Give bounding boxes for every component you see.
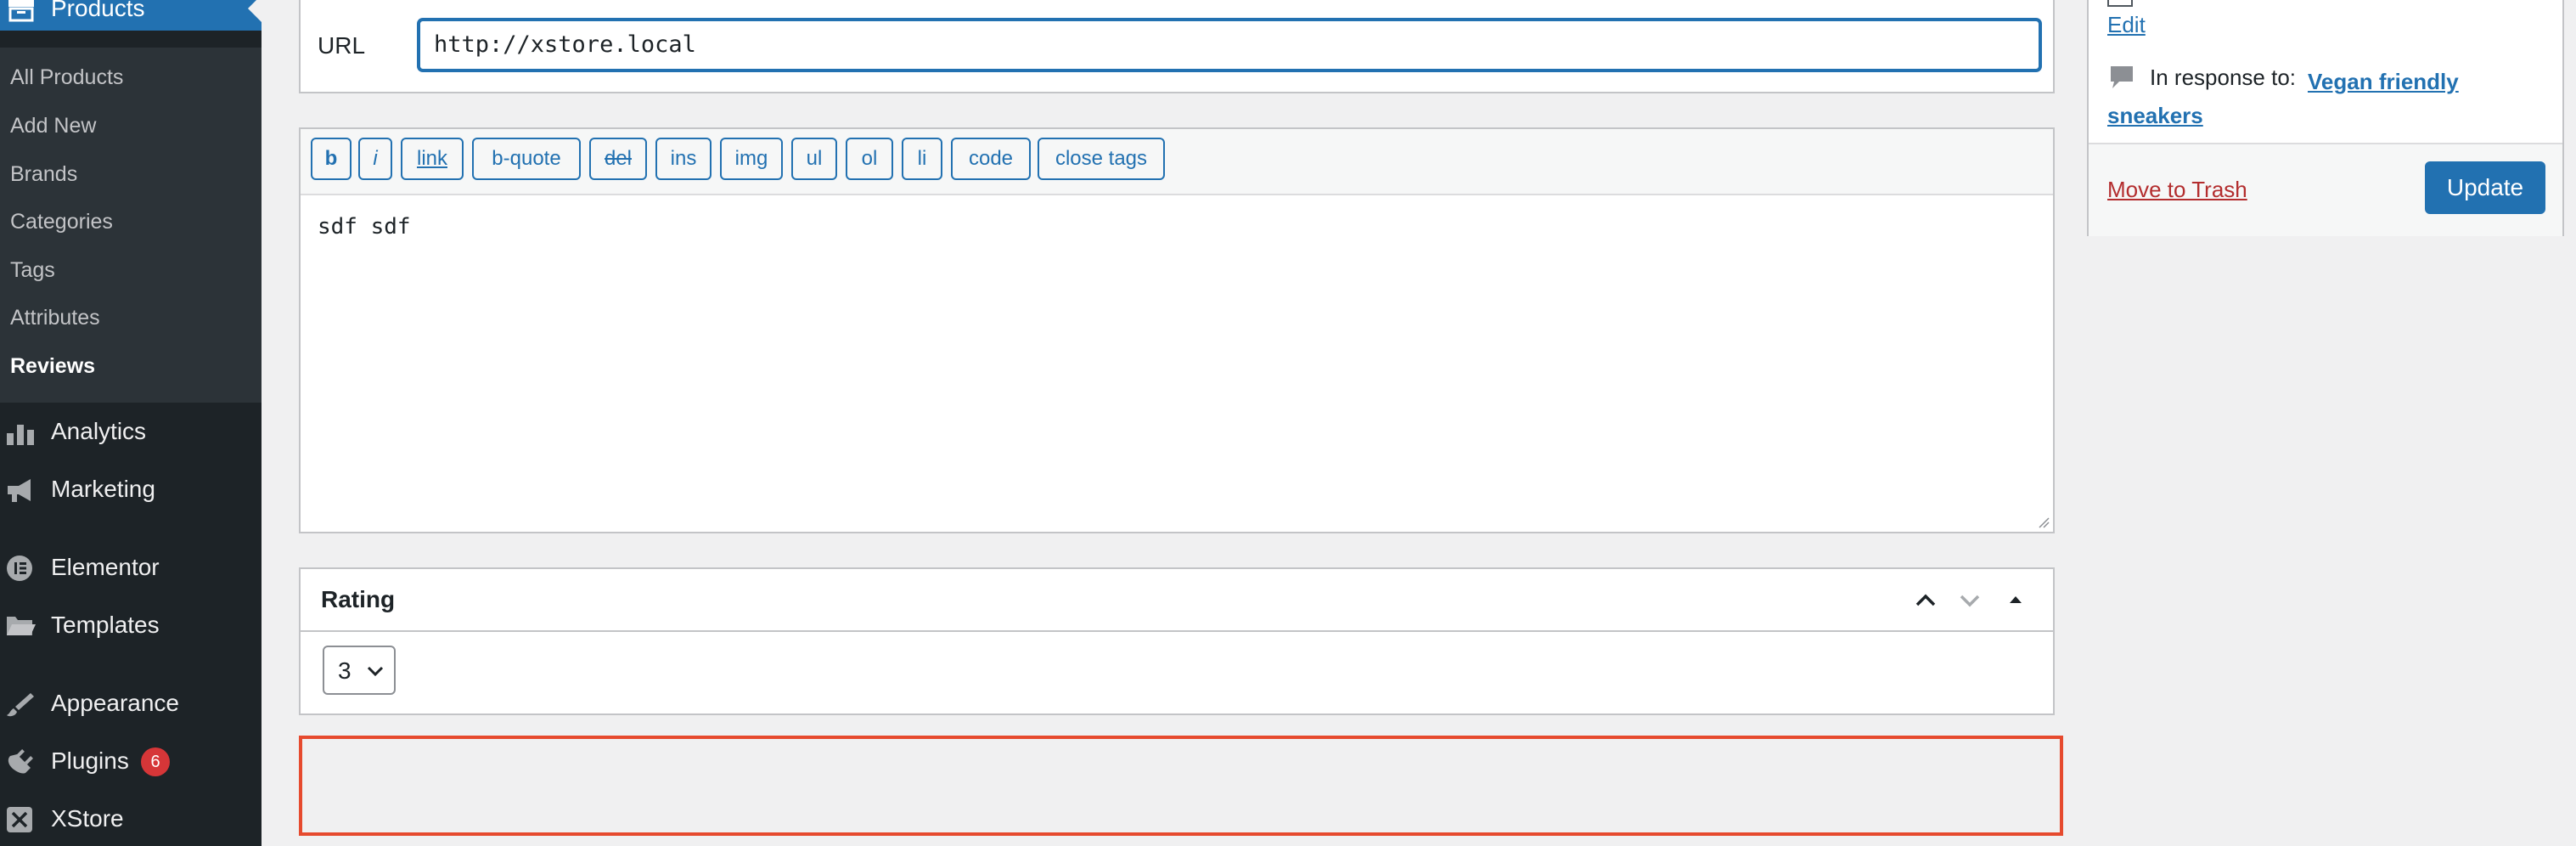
elementor-icon — [7, 556, 32, 581]
current-menu-arrow — [248, 0, 262, 22]
ul-button[interactable]: ul — [791, 138, 837, 180]
move-down-icon[interactable] — [1953, 583, 1987, 617]
menu-item-templates[interactable]: Templates — [0, 601, 262, 649]
menu-item-appearance[interactable]: Appearance — [0, 680, 262, 727]
bar-chart-icon — [7, 425, 34, 445]
del-button[interactable]: del — [589, 138, 647, 180]
move-to-trash-link[interactable]: Move to Trash — [2107, 177, 2247, 203]
menu-item-elementor[interactable]: Elementor — [0, 544, 262, 591]
close-tags-button[interactable]: close tags — [1038, 138, 1165, 180]
menu-label-elementor: Elementor — [51, 554, 160, 580]
comment-editor: b i link b-quote del ins img ul ol li co… — [299, 127, 2055, 533]
menu-label-analytics: Analytics — [51, 418, 147, 444]
plug-icon — [8, 749, 33, 774]
menu-label-xstore: XStore — [51, 805, 124, 832]
megaphone-icon — [8, 479, 31, 502]
collapse-toggle-icon[interactable] — [1999, 583, 2033, 617]
author-url-box: URL http://xstore.local — [299, 0, 2055, 93]
menu-label-templates: Templates — [51, 612, 160, 638]
quicktags-toolbar: b i link b-quote del ins img ul ol li co… — [301, 129, 2053, 195]
li-button[interactable]: li — [902, 138, 942, 180]
archive-icon — [8, 0, 34, 22]
menu-label-appearance: Appearance — [51, 690, 180, 716]
menu-item-xstore[interactable]: XStore — [0, 795, 262, 843]
publish-actions: Move to Trash Update — [2089, 143, 2562, 236]
products-submenu: All Products Add New Brands Categories T… — [0, 48, 262, 403]
menu-label-products: Products — [51, 0, 145, 21]
submenu-item-tags[interactable]: Tags — [10, 257, 55, 283]
menu-item-plugins[interactable]: Plugins 6 — [0, 737, 262, 785]
update-button[interactable]: Update — [2425, 161, 2545, 214]
publish-box: Edit In response to: Vegan friendly snea… — [2087, 0, 2564, 236]
resize-handle-icon[interactable] — [2036, 515, 2050, 528]
menu-label-marketing: Marketing — [51, 476, 155, 502]
menu-label-plugins: Plugins — [51, 747, 129, 774]
submenu-item-reviews[interactable]: Reviews — [10, 353, 95, 379]
code-button[interactable]: code — [951, 138, 1031, 180]
move-up-icon[interactable] — [1909, 583, 1943, 617]
menu-item-analytics[interactable]: Analytics — [0, 408, 262, 455]
paintbrush-icon — [7, 693, 34, 717]
edit-date-link[interactable]: Edit — [2107, 12, 2146, 38]
calendar-icon — [2107, 0, 2133, 7]
bold-button[interactable]: b — [311, 138, 352, 180]
blockquote-button[interactable]: b-quote — [472, 138, 581, 180]
submenu-item-attributes[interactable]: Attributes — [10, 305, 100, 330]
chevron-down-icon — [367, 666, 384, 677]
menu-item-products[interactable]: Products — [0, 0, 262, 31]
link-button[interactable]: link — [401, 138, 464, 180]
submenu-item-brands[interactable]: Brands — [10, 161, 77, 187]
rating-select[interactable]: 3 — [323, 646, 396, 695]
rating-box-header: Rating — [301, 569, 2053, 632]
admin-sidebar: Products All Products Add New Brands Cat… — [0, 0, 262, 846]
response-post-link[interactable]: Vegan friendly sneakers — [2107, 65, 2549, 133]
highlight-region — [299, 736, 2063, 836]
plugins-update-count-badge: 6 — [141, 747, 170, 776]
comment-textarea[interactable]: sdf sdf — [318, 214, 411, 240]
submenu-item-categories[interactable]: Categories — [10, 209, 113, 234]
rating-box-title: Rating — [321, 586, 396, 612]
ins-button[interactable]: ins — [655, 138, 711, 180]
rating-select-value: 3 — [338, 657, 352, 684]
submenu-item-add-new[interactable]: Add New — [10, 113, 96, 138]
ol-button[interactable]: ol — [846, 138, 893, 180]
italic-button[interactable]: i — [358, 138, 392, 180]
submenu-item-all-products[interactable]: All Products — [10, 65, 123, 90]
url-field-label: URL — [318, 32, 366, 59]
menu-item-marketing[interactable]: Marketing — [0, 465, 262, 513]
img-button[interactable]: img — [720, 138, 783, 180]
rating-box: Rating 3 — [299, 567, 2055, 715]
xstore-icon — [7, 807, 32, 832]
url-input[interactable]: http://xstore.local — [418, 19, 2041, 71]
folder-icon — [7, 617, 36, 635]
